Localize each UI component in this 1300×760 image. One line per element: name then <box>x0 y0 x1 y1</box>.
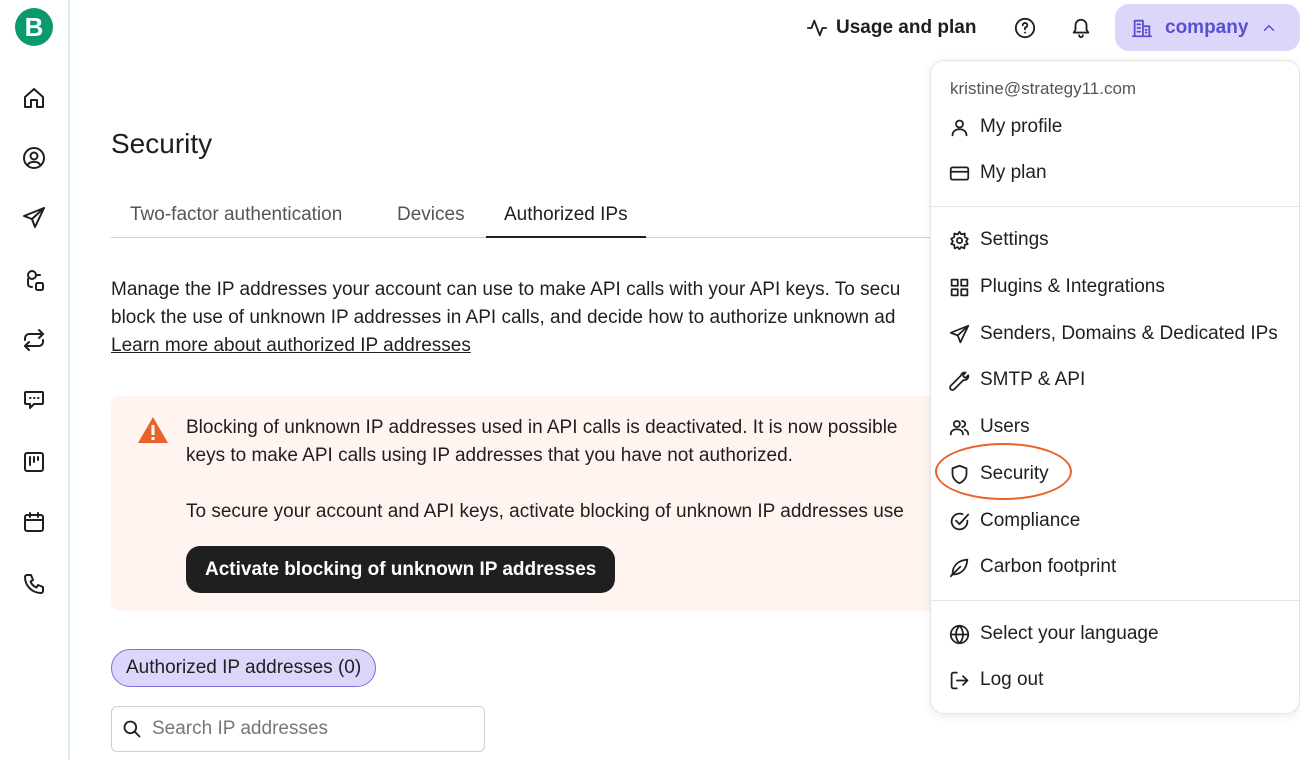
menu-item-senders[interactable]: Senders, Domains & Dedicated IPs <box>949 319 1278 349</box>
menu-item-my-plan[interactable]: My plan <box>949 158 1047 188</box>
check-circle-icon <box>950 512 970 530</box>
users-icon <box>949 419 970 435</box>
home-icon[interactable] <box>20 84 48 112</box>
tab-authorized-ips[interactable]: Authorized IPs <box>486 196 646 238</box>
usage-label: Usage and plan <box>836 17 977 38</box>
menu-item-label: Compliance <box>980 510 1081 531</box>
menu-item-my-profile[interactable]: My profile <box>949 112 1062 142</box>
menu-item-label: Carbon footprint <box>980 556 1117 577</box>
menu-item-label: Users <box>980 416 1030 437</box>
conversations-icon[interactable] <box>20 386 48 414</box>
campaigns-icon[interactable] <box>20 204 48 232</box>
menu-item-plugins[interactable]: Plugins & Integrations <box>949 272 1165 302</box>
menu-item-users[interactable]: Users <box>949 412 1030 442</box>
help-circle-icon <box>1014 17 1036 39</box>
menu-item-language[interactable]: Select your language <box>949 619 1159 649</box>
wrench-icon <box>949 371 970 391</box>
menu-item-compliance[interactable]: Compliance <box>949 506 1080 536</box>
tab-devices[interactable]: Devices <box>397 196 465 238</box>
globe-icon <box>949 624 970 644</box>
search-input[interactable] <box>152 718 452 740</box>
crm-icon[interactable] <box>20 448 48 476</box>
menu-divider <box>931 600 1300 601</box>
menu-item-label: Log out <box>980 669 1044 690</box>
meetings-icon[interactable] <box>20 508 48 536</box>
help-button[interactable] <box>1014 14 1038 42</box>
menu-item-label: Security <box>980 463 1049 484</box>
alert-line-2: keys to make API calls using IP addresse… <box>186 445 793 466</box>
chevron-up-icon <box>1264 24 1275 31</box>
menu-item-smtp-api[interactable]: SMTP & API <box>949 365 1085 395</box>
sidebar: B <box>0 0 70 760</box>
menu-item-label: Select your language <box>980 623 1159 644</box>
leaf-icon <box>949 558 969 577</box>
menu-item-label: My plan <box>980 162 1047 183</box>
send-icon <box>949 324 970 343</box>
logo-letter: B <box>24 11 44 42</box>
activate-blocking-button[interactable]: Activate blocking of unknown IP addresse… <box>186 546 616 593</box>
menu-item-label: Senders, Domains & Dedicated IPs <box>980 323 1278 344</box>
company-label: company <box>1165 16 1249 38</box>
search-icon <box>123 720 141 738</box>
company-menu-button[interactable]: company <box>1115 4 1300 51</box>
page-description: Manage the IP addresses your account can… <box>111 276 931 360</box>
transactional-icon[interactable] <box>20 326 48 354</box>
menu-item-label: SMTP & API <box>980 369 1086 390</box>
learn-more-link[interactable]: Learn more about authorized IP addresses <box>111 332 471 360</box>
alert-line-3: To secure your account and API keys, act… <box>186 501 904 522</box>
account-email: kristine@strategy11.com <box>950 79 1137 98</box>
phone-icon[interactable] <box>20 570 48 598</box>
page-title: Security <box>111 128 213 159</box>
menu-item-label: Settings <box>980 229 1049 250</box>
usage-and-plan-button[interactable]: Usage and plan <box>806 8 976 48</box>
gear-icon <box>950 230 969 250</box>
menu-item-label: My profile <box>980 116 1063 137</box>
menu-item-settings[interactable]: Settings <box>949 225 1049 255</box>
notifications-button[interactable] <box>1070 14 1094 42</box>
menu-item-security[interactable]: Security <box>949 459 1049 489</box>
tab-bar: Two-factor authentication Devices Author… <box>111 196 951 238</box>
tab-two-factor[interactable]: Two-factor authentication <box>130 196 342 238</box>
warning-triangle-icon <box>138 417 168 443</box>
logout-icon <box>950 671 969 689</box>
shield-icon <box>951 464 968 484</box>
search-field[interactable] <box>111 706 485 752</box>
bell-icon <box>1072 18 1090 39</box>
menu-divider <box>931 206 1300 207</box>
menu-item-logout[interactable]: Log out <box>949 665 1043 695</box>
activity-icon <box>806 19 828 37</box>
user-icon <box>951 119 968 136</box>
contacts-icon[interactable] <box>20 144 48 172</box>
grid-icon <box>950 278 969 296</box>
alert-message: Blocking of unknown IP addresses used in… <box>186 414 941 470</box>
menu-item-label: Plugins & Integrations <box>980 276 1165 297</box>
credit-card-icon <box>949 166 970 180</box>
description-line-1: Manage the IP addresses your account can… <box>111 279 901 300</box>
menu-item-carbon-footprint[interactable]: Carbon footprint <box>949 552 1116 582</box>
automations-icon[interactable] <box>20 266 48 294</box>
building-icon <box>1131 19 1153 37</box>
warning-alert: Blocking of unknown IP addresses used in… <box>111 396 941 611</box>
brevo-logo[interactable]: B <box>15 8 53 46</box>
authorized-ips-chip[interactable]: Authorized IP addresses (0) <box>111 649 377 687</box>
alert-line-1: Blocking of unknown IP addresses used in… <box>186 417 898 438</box>
account-dropdown-menu: kristine@strategy11.com My profile My pl… <box>930 60 1300 714</box>
description-line-2: block the use of unknown IP addresses in… <box>111 307 896 328</box>
